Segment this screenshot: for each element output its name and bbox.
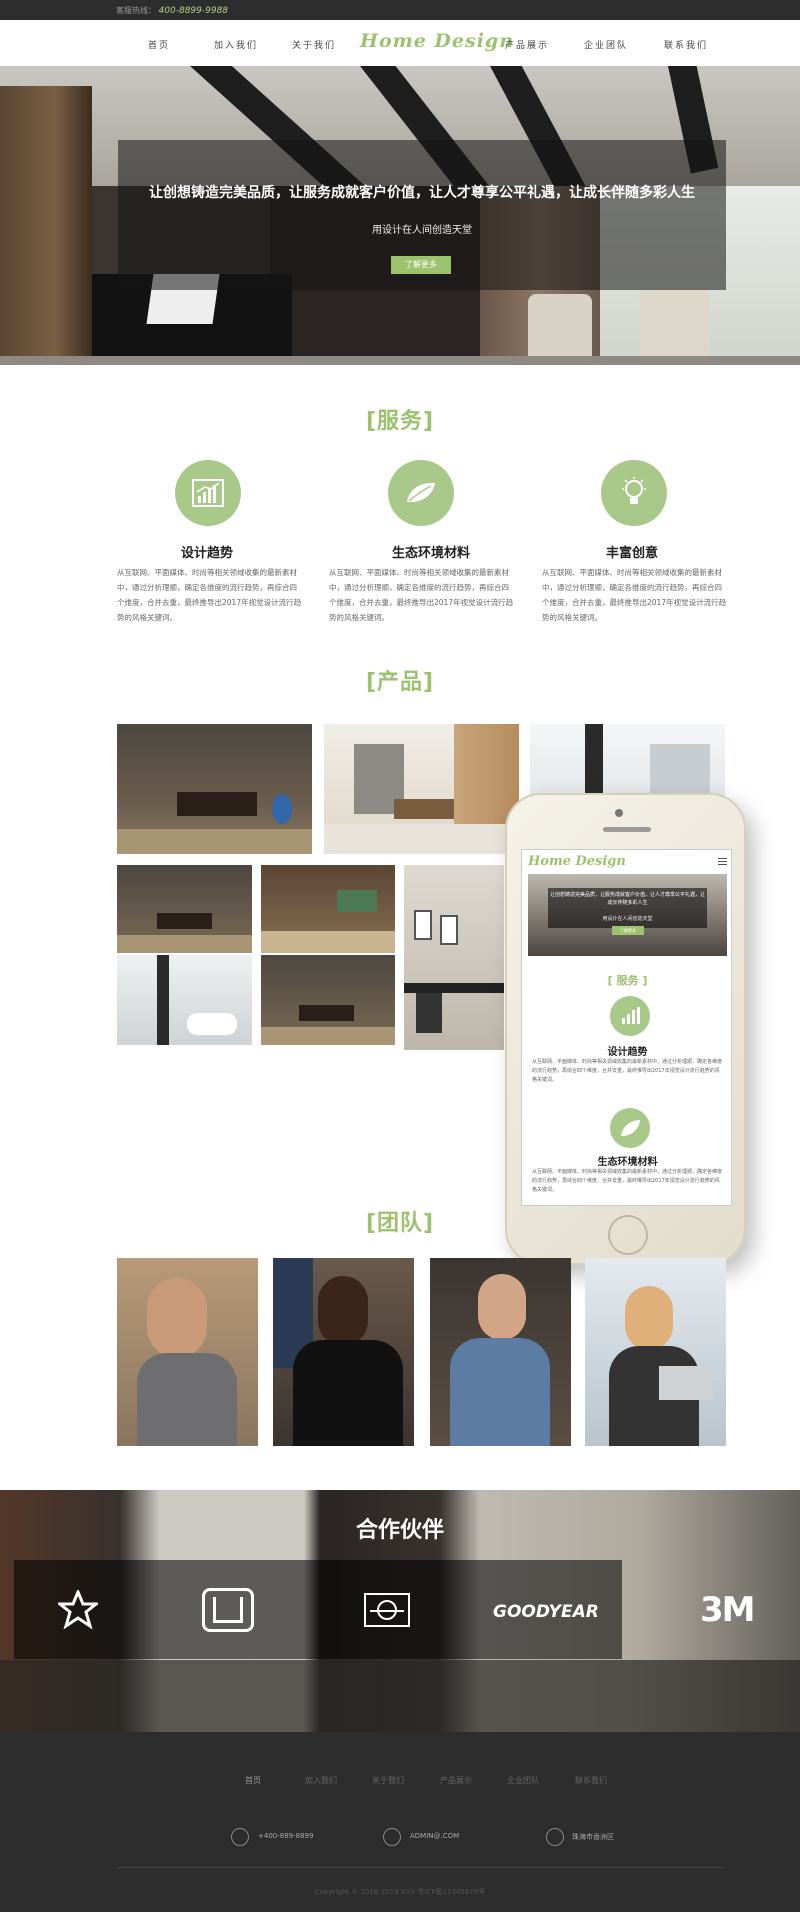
team-member-photo[interactable] bbox=[117, 1258, 258, 1446]
phone-item-desc: 从互联网、平面媒体、时尚等相关领域收集的最新素材中，通过分析理顺，确定各维度的流… bbox=[532, 1169, 723, 1193]
leaf-icon bbox=[388, 460, 454, 526]
nav-item-contact[interactable]: 联系我们 bbox=[664, 38, 708, 51]
service-desc: 从互联网、平面媒体、时尚等相关领域收集的最新素材中，通过分析理顺，确定各维度的流… bbox=[542, 568, 727, 622]
hero-subline: 用设计在人间创造天堂 bbox=[372, 225, 472, 236]
team-member-photo[interactable] bbox=[585, 1258, 726, 1446]
leaf-icon bbox=[610, 1108, 650, 1148]
star-logo-icon[interactable] bbox=[55, 1588, 101, 1634]
nav-item-join[interactable]: 加入我们 bbox=[214, 38, 258, 51]
hero-banner: 让创想铸造完美品质，让服务成就客户价值，让人才尊享公平礼遇，让成长伴随多彩人生 … bbox=[0, 66, 800, 365]
footer-nav-products[interactable]: 产品展示 bbox=[440, 1775, 472, 1786]
chart-icon bbox=[175, 460, 241, 526]
location-icon bbox=[546, 1828, 564, 1846]
service-title: 设计趋势 bbox=[180, 546, 233, 561]
product-image[interactable] bbox=[404, 865, 504, 1050]
team-member-photo[interactable] bbox=[430, 1258, 571, 1446]
phone-screen: Home Design 让创想铸造完美品质，让服务成就客户价值，让人才尊享公平礼… bbox=[521, 849, 732, 1206]
product-image[interactable] bbox=[117, 865, 252, 953]
chart-icon bbox=[610, 996, 650, 1036]
opel-logo-icon[interactable] bbox=[364, 1593, 410, 1627]
product-image[interactable] bbox=[117, 955, 252, 1045]
hotline: 客服热线： 400-8899-9988 bbox=[116, 5, 228, 16]
phone-hero-sub: 用设计在人间创造天堂 bbox=[602, 916, 653, 922]
footer-nav-home[interactable]: 首页 bbox=[245, 1775, 261, 1786]
service-title: 丰富创意 bbox=[605, 546, 658, 561]
partners-section: 合作伙伴 GOODYEAR 3M bbox=[0, 1490, 800, 1732]
phone-camera bbox=[615, 809, 623, 817]
footer-phone: +400-889-8899 bbox=[258, 1832, 314, 1840]
nav-item-team[interactable]: 企业团队 bbox=[584, 38, 628, 51]
phone-item-title: 设计趋势 bbox=[607, 1047, 648, 1058]
service-title: 生态环境材料 bbox=[391, 546, 470, 561]
phone-hero-button[interactable]: 了解更多 bbox=[612, 926, 644, 935]
services-title: [服务] bbox=[365, 409, 435, 434]
footer-nav-about[interactable]: 关于我们 bbox=[372, 1775, 404, 1786]
top-bar: 客服热线： 400-8899-9988 bbox=[0, 0, 800, 20]
team-title: [团队] bbox=[365, 1211, 435, 1236]
service-desc: 从互联网、平面媒体、时尚等相关领域收集的最新素材中，通过分析理顺，确定各维度的流… bbox=[329, 568, 514, 622]
hero-floor bbox=[0, 356, 800, 365]
3m-logo[interactable]: 3M bbox=[700, 1590, 755, 1630]
team-member-photo[interactable] bbox=[273, 1258, 414, 1446]
nav-item-about[interactable]: 关于我们 bbox=[292, 38, 336, 51]
service-desc: 从互联网、平面媒体、时尚等相关领域收集的最新素材中，通过分析理顺，确定各维度的流… bbox=[117, 568, 302, 622]
menu-icon[interactable] bbox=[718, 858, 727, 859]
phone-item-desc: 从互联网、平面媒体、时尚等相关领域收集的最新素材中，通过分析理顺，确定各维度的流… bbox=[532, 1059, 723, 1083]
footer-divider bbox=[117, 1867, 725, 1868]
phone-hero: 让创想铸造完美品质，让服务成就客户价值，让人才尊享公平礼遇，让成长伴随多彩人生 … bbox=[528, 874, 727, 956]
hero-armchair bbox=[528, 294, 592, 365]
product-image[interactable] bbox=[324, 724, 519, 854]
phone-section-title: [ 服务 ] bbox=[607, 974, 648, 987]
partners-title: 合作伙伴 bbox=[355, 1518, 444, 1543]
nav-item-home[interactable]: 首页 bbox=[148, 38, 170, 51]
phone-mockup: Home Design 让创想铸造完美品质，让服务成就客户价值，让人才尊享公平礼… bbox=[505, 793, 746, 1265]
hotline-label: 客服热线： bbox=[116, 6, 156, 15]
phone-hero-text: 让创想铸造完美品质，让服务成就客户价值，让人才尊享公平礼遇，让成长伴随多彩人生 bbox=[550, 892, 706, 906]
phone-logo: Home Design bbox=[528, 854, 626, 869]
product-image[interactable] bbox=[261, 955, 395, 1045]
footer: 首页 加入我们 关于我们 产品展示 企业团队 联系我们 +400-889-889… bbox=[0, 1732, 800, 1912]
footer-nav-team[interactable]: 企业团队 bbox=[507, 1775, 539, 1786]
hotline-number[interactable]: 400-8899-9988 bbox=[159, 6, 228, 16]
goodyear-logo[interactable]: GOODYEAR bbox=[493, 1602, 599, 1622]
hero-wood-wall bbox=[0, 86, 92, 365]
product-image[interactable] bbox=[117, 724, 312, 854]
hero-headline: 让创想铸造完美品质，让服务成就客户价值，让人才尊享公平礼遇，让成长伴随多彩人生 bbox=[149, 185, 695, 201]
bulb-icon bbox=[601, 460, 667, 526]
footer-copyright: Copyright © 2016-2019 XXX 粤ICP备12345678号 bbox=[314, 1888, 486, 1896]
products-title: [产品] bbox=[365, 670, 435, 695]
phone-icon bbox=[231, 1828, 249, 1846]
footer-email[interactable]: ADMIN@.COM bbox=[410, 1832, 459, 1840]
mail-icon bbox=[383, 1828, 401, 1846]
product-image[interactable] bbox=[261, 865, 395, 953]
hero-armchair bbox=[640, 288, 710, 365]
site-logo[interactable]: Home Design bbox=[360, 30, 514, 52]
footer-address: 珠海市香洲区 bbox=[572, 1833, 614, 1841]
fuji-logo-icon[interactable] bbox=[202, 1588, 254, 1632]
main-nav: 首页 加入我们 关于我们 Home Design 产品展示 企业团队 联系我们 bbox=[0, 20, 800, 66]
phone-speaker bbox=[603, 827, 651, 832]
phone-item-title: 生态环境材料 bbox=[597, 1157, 658, 1168]
nav-item-products[interactable]: 产品展示 bbox=[505, 38, 549, 51]
footer-nav-contact[interactable]: 联系我们 bbox=[575, 1775, 607, 1786]
footer-nav-join[interactable]: 加入我们 bbox=[305, 1775, 337, 1786]
hero-learn-more-button[interactable]: 了解更多 bbox=[391, 256, 451, 274]
